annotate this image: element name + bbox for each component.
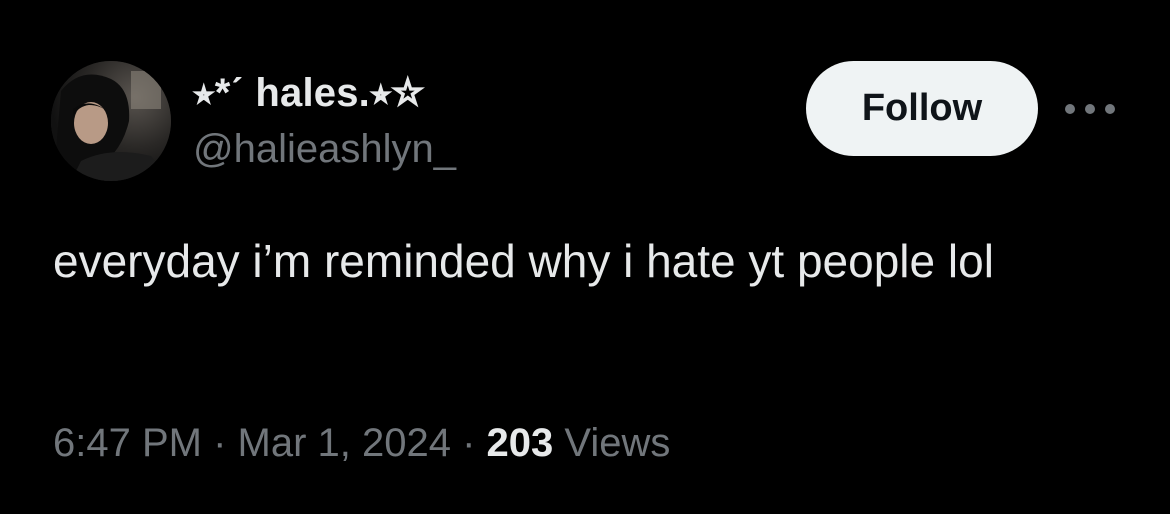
meta-separator: · [201,421,238,465]
avatar-image [51,61,171,181]
more-horizontal-icon [1065,104,1115,114]
tweet-date[interactable]: Mar 1, 2024 [238,421,451,465]
views-label: Views [553,421,671,465]
tweet-card: ⭒*ˊ hales.⭒☆ @halieashlyn_ Follow everyd… [0,0,1170,514]
avatar[interactable] [51,61,171,181]
meta-separator: · [450,421,487,465]
tweet-time[interactable]: 6:47 PM [53,421,202,465]
user-handle[interactable]: @halieashlyn_ [193,126,456,172]
follow-button[interactable]: Follow [806,61,1038,156]
more-options-button[interactable] [1062,94,1118,124]
display-name[interactable]: ⭒*ˊ hales.⭒☆ [193,70,456,116]
tweet-metadata: 6:47 PM · Mar 1, 2024 · 203 Views [53,418,670,468]
views-count[interactable]: 203 [487,421,554,465]
tweet-text: everyday i’m reminded why i hate yt peop… [53,235,994,287]
user-info: ⭒*ˊ hales.⭒☆ @halieashlyn_ [193,70,456,172]
